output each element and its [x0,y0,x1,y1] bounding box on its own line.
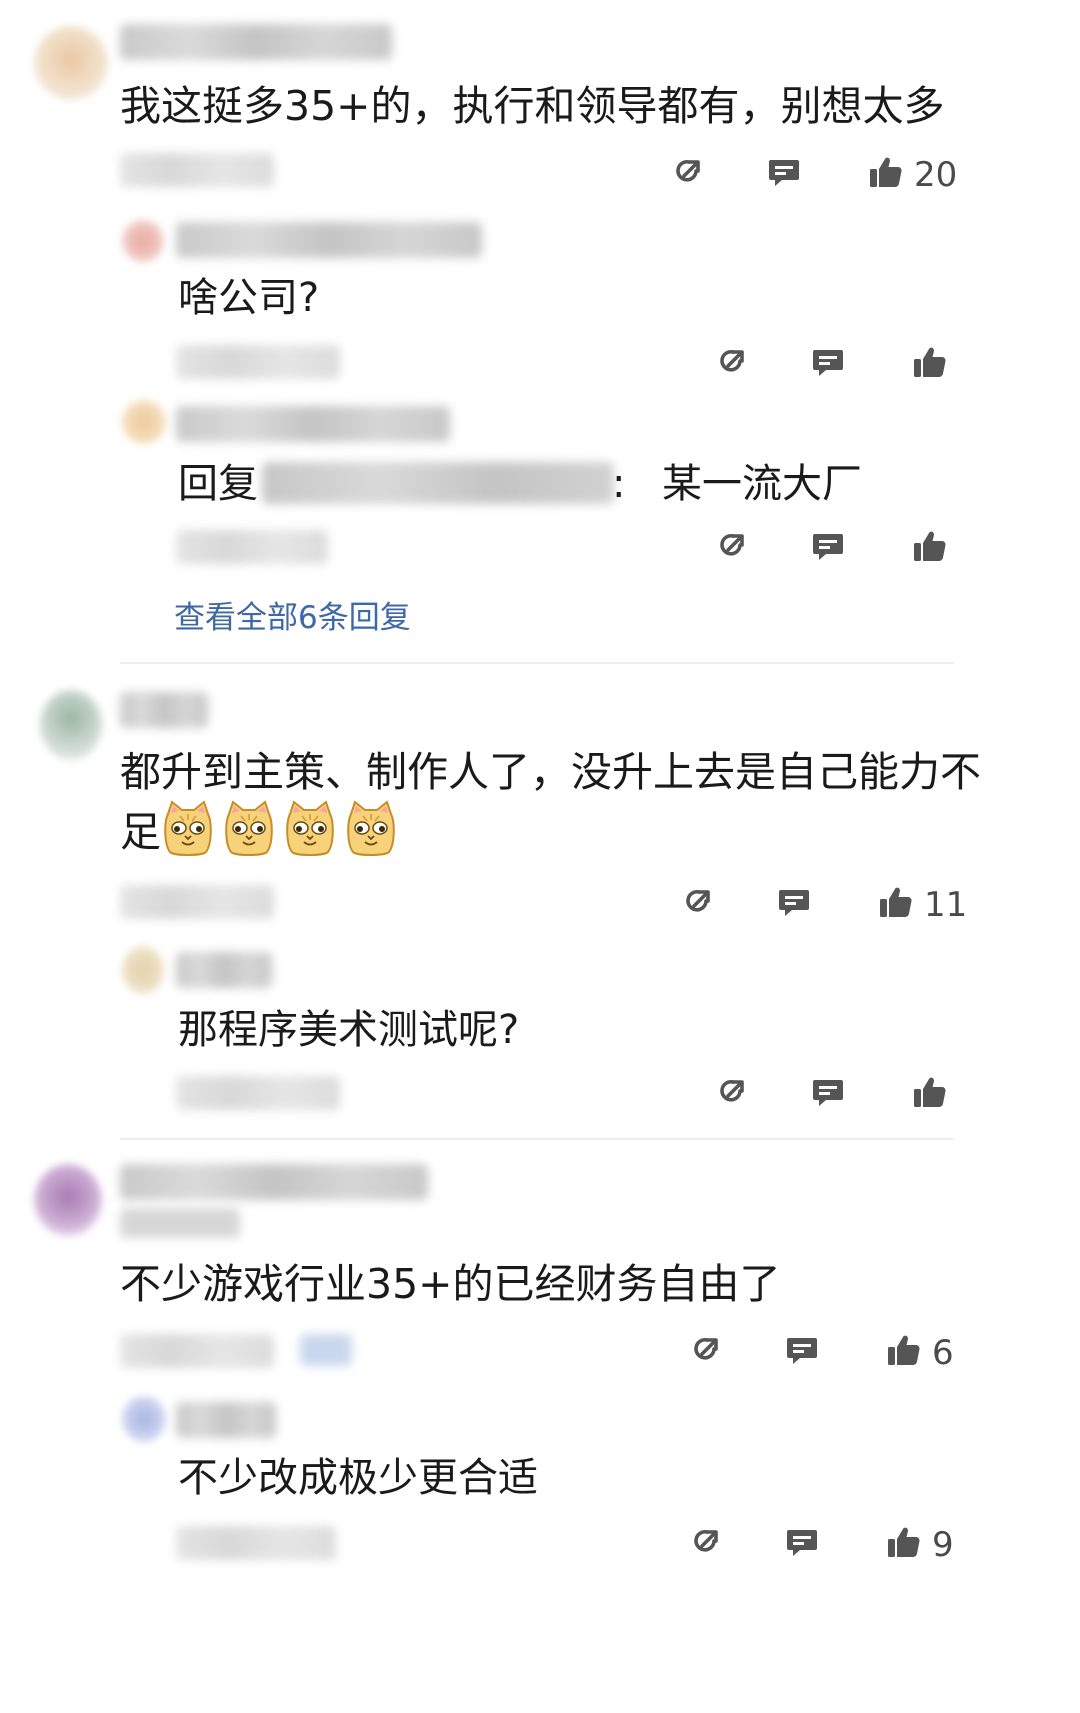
share-icon[interactable] [688,1524,724,1560]
reply-date [176,1526,336,1560]
view-all-replies-link[interactable]: 查看全部6条回复 [174,592,411,637]
comment-icon[interactable] [810,528,846,564]
avatar[interactable] [34,1164,102,1236]
divider [120,662,954,664]
share-icon[interactable] [714,528,750,564]
reply-date [176,1076,340,1110]
like-count: 11 [924,885,968,925]
comment-text-line-2: 足 [120,808,161,856]
reply-text: 某一流大厂 [662,461,862,507]
reply-date [176,530,328,564]
reply-text: 啥公司? [178,275,320,321]
comment-date [120,1334,274,1368]
divider [120,1138,954,1140]
cat-emoji-icon [223,800,275,858]
share-icon[interactable] [714,1074,750,1110]
comment-icon[interactable] [810,1074,846,1110]
cat-emoji-icon [284,800,336,858]
thumbs-up-icon[interactable] [912,344,948,380]
user-badge [120,1208,240,1238]
comment-text: 我这挺多35+的，执行和领导都有，别想太多 [120,82,945,130]
location-tag [300,1334,352,1366]
thumbs-up-icon[interactable] [878,884,914,920]
like-count: 20 [914,155,958,195]
username[interactable] [176,406,450,442]
comment-icon[interactable] [766,154,802,190]
reply-date [176,345,340,379]
username[interactable] [120,1164,428,1200]
thumbs-up-icon[interactable] [868,154,904,190]
comment-icon[interactable] [776,884,812,920]
share-icon[interactable] [670,154,706,190]
comment-date [120,153,274,187]
like-count: 9 [932,1525,954,1565]
reply-prefix: 回复 [178,461,258,507]
reply-separator: : [612,461,626,507]
avatar[interactable] [34,26,108,100]
username[interactable] [176,1402,276,1438]
avatar[interactable] [122,220,164,262]
reply-target-username[interactable] [262,462,614,504]
share-icon[interactable] [688,1332,724,1368]
thumbs-up-icon[interactable] [912,1074,948,1110]
comment-icon[interactable] [784,1332,820,1368]
username[interactable] [120,24,392,60]
comment-icon[interactable] [810,344,846,380]
avatar[interactable] [122,1396,166,1442]
username[interactable] [120,692,208,728]
reply-text: 不少改成极少更合适 [178,1455,538,1501]
cat-emoji-icon [162,800,214,858]
avatar[interactable] [40,690,102,760]
comment-icon[interactable] [784,1524,820,1560]
reply-text: 那程序美术测试呢? [178,1007,520,1053]
username[interactable] [176,222,482,258]
comment-text: 不少游戏行业35+的已经财务自由了 [120,1260,781,1308]
comment-text-line-1: 都升到主策、制作人了，没升上去是自己能力不 [120,748,981,796]
thumbs-up-icon[interactable] [886,1332,922,1368]
share-icon[interactable] [714,344,750,380]
comment-date [120,885,274,919]
avatar[interactable] [122,946,164,994]
like-count: 6 [932,1333,954,1373]
thumbs-up-icon[interactable] [886,1524,922,1560]
cat-emoji-icon [345,800,397,858]
avatar[interactable] [122,400,166,444]
thumbs-up-icon[interactable] [912,528,948,564]
username[interactable] [176,952,272,988]
share-icon[interactable] [680,884,716,920]
